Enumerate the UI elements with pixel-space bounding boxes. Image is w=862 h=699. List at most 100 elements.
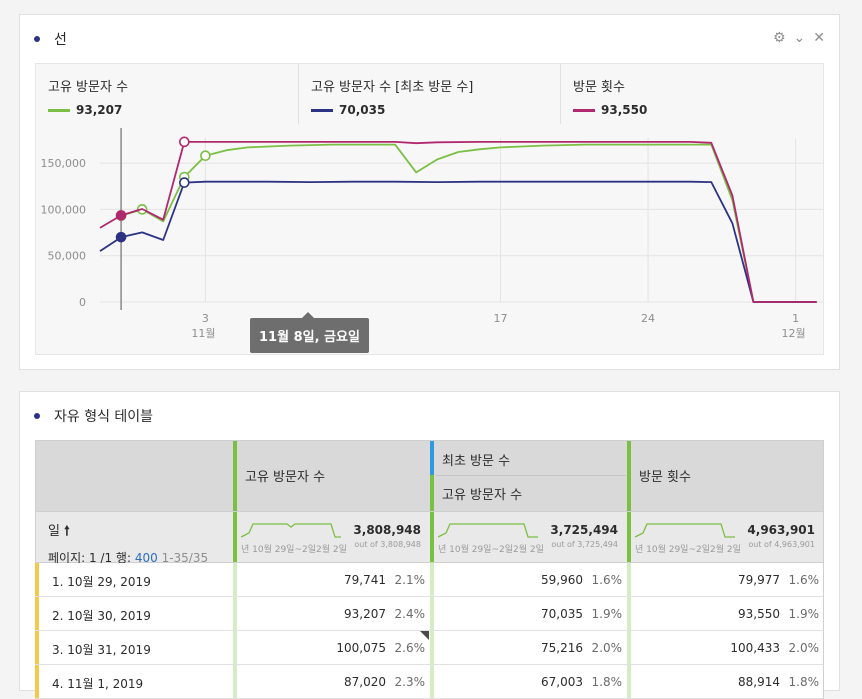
x-tick-sublabel: 11월 (191, 327, 215, 340)
series-point (115, 210, 127, 221)
dimension-sort[interactable]: 일 🠕 (48, 520, 208, 544)
summary-col-1: 년 10월 29일~2일2월 2일 3,808,948 out of 3,808… (233, 512, 429, 562)
cell-value: 75,216 (541, 641, 583, 655)
sparkline (635, 523, 735, 538)
series-point (200, 150, 211, 162)
cell-bar (430, 665, 434, 698)
table-cell[interactable]: 59,960 1.6% (430, 563, 626, 596)
cell-bar (627, 597, 631, 630)
table-header: 고유 방문자 수 최초 방문 수 고유 방문자 수 방문 횟수 (35, 440, 824, 512)
sparkline-label: 년 10월 29일~2일2월 2일 (241, 545, 347, 555)
table-cell[interactable]: 75,216 2.0% (430, 631, 626, 664)
cell-bar (233, 563, 237, 596)
cell-percent: 1.8% (591, 675, 623, 689)
cell-percent: 1.9% (591, 607, 623, 621)
table-cell[interactable]: 87,020 2.3% (233, 665, 429, 698)
table-cell[interactable]: 79,741 2.1% (233, 563, 429, 596)
row-label[interactable]: 4. 11월 1, 2019 (52, 675, 143, 692)
column-header-visits[interactable]: 방문 횟수 (627, 441, 823, 511)
table-row[interactable]: 4. 11월 1, 2019 87,020 2.3% 67,003 1.8% 88,914… (35, 665, 824, 699)
table-row[interactable]: 2. 10월 30, 2019 93,207 2.4% 70,035 1.9% 93,55… (35, 597, 824, 631)
column-outof: out of 4,963,901 (748, 540, 815, 549)
cell-percent: 2.1% (394, 573, 426, 587)
cell-percent: 1.8% (788, 675, 820, 689)
column-outof: out of 3,808,948 (354, 540, 421, 549)
table-row[interactable]: 1. 10월 29, 2019 79,741 2.1% 59,960 1.6% 79,97… (35, 563, 824, 597)
row-highlight (35, 563, 39, 596)
gear-icon[interactable]: ⚙ (773, 31, 786, 45)
row-highlight (35, 597, 39, 630)
panel-title[interactable]: 선 (34, 29, 67, 49)
x-tick-label: 1 (792, 312, 799, 325)
cell-bar (430, 597, 434, 630)
series-point (115, 231, 127, 243)
summary-col-2: 년 10월 29일~2일2월 2일 3,725,494 out of 3,725… (430, 512, 626, 562)
metric-bar (233, 441, 237, 511)
row-label[interactable]: 2. 10월 30, 2019 (52, 607, 151, 624)
cell-value: 70,035 (541, 607, 583, 621)
series-point (179, 177, 190, 188)
cell-value: 100,075 (336, 641, 386, 655)
cell-percent: 1.6% (788, 573, 820, 587)
table-cell[interactable]: 79,977 1.6% (627, 563, 823, 596)
dimension-cell: 일 🠕 페이지: 1 /1 행: 400 1-35/35 (48, 520, 208, 566)
table-cell[interactable]: 100,433 2.0% (627, 631, 823, 664)
y-tick-label: 100,000 (41, 203, 87, 216)
arrow-up-icon[interactable]: 🠕 (64, 524, 70, 539)
close-icon[interactable]: ✕ (813, 31, 825, 45)
cell-bar (430, 563, 434, 596)
cell-percent: 1.9% (788, 607, 820, 621)
cell-value: 88,914 (738, 675, 780, 689)
column-header-first-visits[interactable]: 최초 방문 수 고유 방문자 수 (430, 441, 626, 511)
segment-label: 최초 방문 수 (442, 454, 511, 469)
cell-percent: 2.6% (394, 641, 426, 655)
cell-bar (233, 665, 237, 698)
cell-value: 59,960 (541, 573, 583, 587)
row-label[interactable]: 1. 10월 29, 2019 (52, 573, 151, 590)
sparkline (438, 523, 538, 538)
line-chart[interactable]: 0 50,000 100,000 150,000 3 11월 17 24 1 12월 (36, 64, 823, 354)
table-cell[interactable]: 93,550 1.9% (627, 597, 823, 630)
table-cell[interactable]: 100,075 2.6% (233, 631, 429, 664)
freeform-table-panel: 자유 형식 테이블 고유 방문자 수 최초 방문 수 고유 방문자 수 방문 횟… (19, 391, 840, 699)
table-cell[interactable]: 93,207 2.4% (233, 597, 429, 630)
x-tick-label: 24 (641, 312, 655, 325)
table-cell[interactable]: 70,035 1.9% (430, 597, 626, 630)
column-total: 3,808,948 (353, 523, 421, 537)
cell-percent: 2.0% (591, 641, 623, 655)
cell-bar (627, 631, 631, 664)
panel-title-text: 자유 형식 테이블 (54, 409, 154, 425)
segment-bar (430, 441, 434, 475)
table-cell[interactable]: 88,914 1.8% (627, 665, 823, 698)
panel-title[interactable]: 자유 형식 테이블 (34, 406, 153, 426)
y-tick-label: 0 (79, 296, 86, 309)
cell-bar (233, 597, 237, 630)
header-divider (436, 475, 626, 476)
cell-percent: 2.3% (394, 675, 426, 689)
sparkline (241, 523, 341, 538)
cell-value: 79,977 (738, 573, 780, 587)
cell-bar (627, 563, 631, 596)
metric-bar (627, 441, 631, 511)
cell-bar (233, 631, 237, 664)
x-tick-label: 3 (202, 312, 209, 325)
column-outof: out of 3,725,494 (551, 540, 618, 549)
panel-controls: ⚙ ⌄ ✕ (773, 31, 825, 45)
cell-percent: 2.4% (394, 607, 426, 621)
freeform-table: 고유 방문자 수 최초 방문 수 고유 방문자 수 방문 횟수 일 🠕 페이지:… (35, 440, 824, 699)
sparkline-label: 년 10월 29일~2일2월 2일 (635, 545, 741, 555)
sparkline-label: 년 10월 29일~2일2월 2일 (438, 545, 544, 555)
column-total: 3,725,494 (550, 523, 618, 537)
cell-percent: 2.0% (788, 641, 820, 655)
table-cell[interactable]: 67,003 1.8% (430, 665, 626, 698)
chart-area: 고유 방문자 수 93,207 고유 방문자 수 [최초 방문 수] 70,03… (35, 63, 824, 355)
row-highlight (35, 631, 39, 664)
column-header-unique-visitors[interactable]: 고유 방문자 수 (233, 441, 429, 511)
summary-col-3: 년 10월 29일~2일2월 2일 4,963,901 out of 4,963… (627, 512, 823, 562)
row-label[interactable]: 3. 10월 31, 2019 (52, 641, 151, 658)
chart-tooltip: 11월 8일, 금요일 (250, 312, 369, 353)
metric-bar (233, 512, 237, 562)
cell-percent: 1.6% (591, 573, 623, 587)
chevron-down-icon[interactable]: ⌄ (794, 31, 806, 45)
table-row[interactable]: 3. 10월 31, 2019 100,075 2.6% 75,216 2.0% 100,… (35, 631, 824, 665)
